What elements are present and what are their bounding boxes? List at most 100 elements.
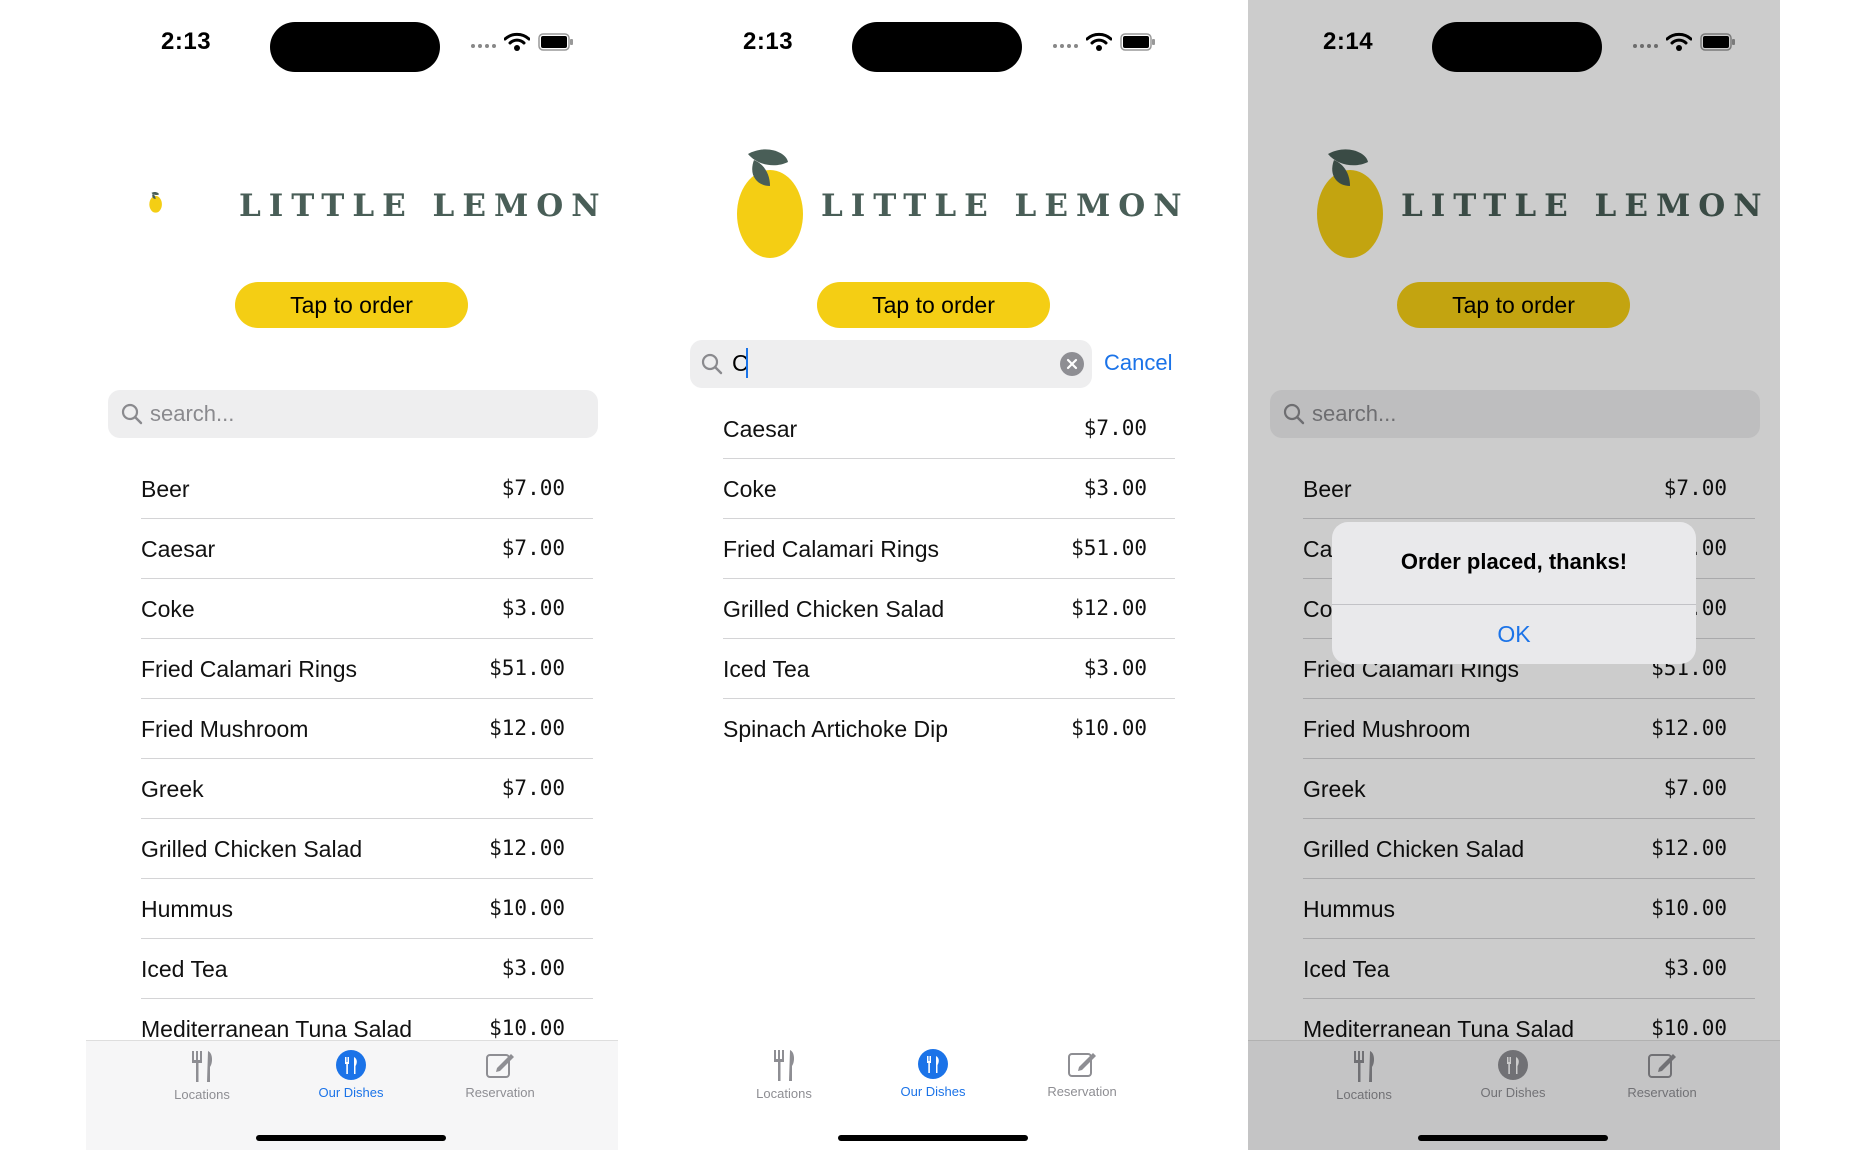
tab-locations[interactable]: Locations [142, 1049, 262, 1102]
tab-label: Locations [174, 1087, 230, 1102]
clear-search-button[interactable] [1060, 352, 1084, 376]
menu-row[interactable]: Caesar $7.00 [141, 519, 593, 579]
lemon-icon [149, 191, 162, 213]
status-icons [471, 32, 574, 52]
search-field[interactable]: search... [108, 390, 598, 438]
tab-reservation[interactable]: Reservation [1022, 1048, 1142, 1099]
dish-name: Greek [141, 776, 204, 802]
fork-knife-icon [774, 1050, 795, 1081]
menu-row[interactable]: Coke $3.00 [723, 459, 1175, 519]
wifi-icon [1086, 32, 1112, 51]
dish-price: $3.00 [1083, 656, 1147, 680]
signal-dots-icon [471, 44, 496, 48]
dish-name: Caesar [141, 536, 216, 562]
dish-price: $12.00 [489, 716, 565, 740]
order-confirmation-alert: Order placed, thanks! OK [1332, 522, 1696, 664]
cancel-search-button[interactable]: Cancel [1104, 350, 1172, 376]
dishes-icon [918, 1049, 948, 1079]
menu-list: Caesar $7.00 Coke $3.00 Fried Calamari Rin… [723, 399, 1175, 758]
dish-price: $3.00 [501, 596, 565, 620]
dish-name: Beer [141, 476, 190, 502]
battery-icon [1120, 33, 1155, 51]
phone-screen-order-alert: 2:14 LITTLE LEMON Tap to order search...… [1248, 0, 1780, 1150]
brand-logo-text: LITTLE LEMON [239, 188, 608, 224]
menu-row[interactable]: Beer $7.00 [141, 459, 593, 519]
home-indicator[interactable] [256, 1135, 446, 1141]
status-time: 2:13 [743, 28, 794, 55]
dishes-icon [336, 1050, 366, 1080]
dish-name: Fried Calamari Rings [723, 536, 940, 562]
dish-name: Grilled Chicken Salad [723, 596, 945, 622]
tap-to-order-button[interactable]: Tap to order [235, 282, 468, 328]
status-time: 2:13 [161, 28, 212, 55]
menu-row[interactable]: Fried Mushroom $12.00 [141, 699, 593, 759]
search-icon [121, 403, 143, 425]
dish-price: $3.00 [501, 956, 565, 980]
tab-label: Our Dishes [900, 1084, 966, 1099]
menu-row[interactable]: Grilled Chicken Salad $12.00 [141, 819, 593, 879]
tab-label: Reservation [465, 1085, 535, 1100]
dish-price: $7.00 [501, 536, 565, 560]
dish-price: $10.00 [1071, 716, 1147, 740]
brand-logo-text: LITTLE LEMON [821, 188, 1190, 224]
dish-price: $51.00 [489, 656, 565, 680]
battery-icon [538, 33, 573, 51]
dish-name: Coke [723, 476, 777, 502]
dynamic-island [852, 22, 1022, 72]
dish-name: Iced Tea [723, 656, 810, 682]
phone-screen-menu: 2:13 LITTLE LEMON Tap to order search...… [86, 0, 618, 1150]
status-icons [1053, 32, 1156, 52]
tab-label: Our Dishes [318, 1085, 384, 1100]
tab-bar: Locations Our Dishes Reservation [668, 1040, 1200, 1150]
dish-name: Grilled Chicken Salad [141, 836, 363, 862]
fork-knife-icon [192, 1051, 213, 1082]
dish-price: $10.00 [489, 896, 565, 920]
phone-screen-search: 2:13 LITTLE LEMON Tap to order C Cancel … [668, 0, 1200, 1150]
dish-price: $7.00 [1083, 416, 1147, 440]
home-indicator[interactable] [838, 1135, 1028, 1141]
menu-row[interactable]: Iced Tea $3.00 [723, 639, 1175, 699]
menu-row[interactable]: Coke $3.00 [141, 579, 593, 639]
dish-price: $51.00 [1071, 536, 1147, 560]
dish-price: $7.00 [501, 476, 565, 500]
menu-row[interactable]: Iced Tea $3.00 [141, 939, 593, 999]
status-bar: 2:13 [668, 22, 1200, 72]
dish-price: $10.00 [489, 1016, 565, 1040]
tab-bar: Locations Our Dishes Reservation [86, 1040, 618, 1150]
menu-row[interactable]: Fried Calamari Rings $51.00 [141, 639, 593, 699]
dynamic-island [270, 22, 440, 72]
dish-name: Caesar [723, 416, 798, 442]
tap-to-order-button[interactable]: Tap to order [817, 282, 1050, 328]
dish-name: Mediterranean Tuna Salad [141, 1016, 413, 1042]
dish-name: Coke [141, 596, 195, 622]
menu-row[interactable]: Greek $7.00 [141, 759, 593, 819]
dish-name: Fried Mushroom [141, 716, 309, 742]
menu-row[interactable]: Fried Calamari Rings $51.00 [723, 519, 1175, 579]
search-placeholder: search... [150, 401, 235, 426]
edit-icon [486, 1054, 514, 1078]
search-icon [701, 353, 723, 375]
tab-our-dishes[interactable]: Our Dishes [873, 1048, 993, 1099]
menu-row[interactable]: Hummus $10.00 [141, 879, 593, 939]
wifi-icon [504, 32, 530, 51]
dish-price: $12.00 [1071, 596, 1147, 620]
search-field-active[interactable]: C [690, 340, 1092, 388]
text-caret [746, 348, 748, 378]
dish-name: Iced Tea [141, 956, 228, 982]
menu-row[interactable]: Caesar $7.00 [723, 399, 1175, 459]
edit-icon [1068, 1053, 1096, 1077]
alert-ok-button[interactable]: OK [1332, 605, 1696, 664]
signal-dots-icon [1053, 44, 1078, 48]
tab-locations[interactable]: Locations [724, 1048, 844, 1101]
menu-row[interactable]: Grilled Chicken Salad $12.00 [723, 579, 1175, 639]
dish-price: $7.00 [501, 776, 565, 800]
menu-list: Beer $7.00 Caesar $7.00 Coke $3.00 Fried Ca… [141, 459, 593, 1059]
tab-our-dishes[interactable]: Our Dishes [291, 1049, 411, 1100]
dish-name: Hummus [141, 896, 234, 922]
dish-price: $12.00 [489, 836, 565, 860]
lemon-icon [737, 149, 803, 258]
close-icon [1066, 358, 1078, 370]
tab-label: Locations [756, 1086, 812, 1101]
tab-reservation[interactable]: Reservation [440, 1049, 560, 1100]
menu-row[interactable]: Spinach Artichoke Dip $10.00 [723, 699, 1175, 758]
